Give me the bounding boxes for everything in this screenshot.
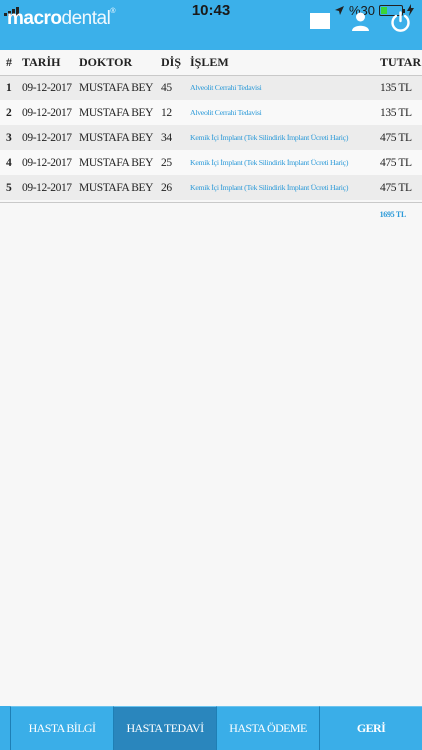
table-row[interactable]: 5 09-12-2017 MUSTAFA BEY 26 Kemik İçi İm…	[0, 175, 422, 200]
macrodental-logo: macrodental®	[7, 8, 115, 30]
cell-tooth: 34	[161, 125, 190, 150]
power-icon[interactable]	[390, 11, 411, 32]
cell-number: 2	[0, 100, 22, 125]
header-tooth: DİŞ	[161, 51, 190, 76]
cell-amount: 475 TL	[380, 150, 422, 175]
cell-date: 09-12-2017	[22, 125, 79, 150]
cell-date: 09-12-2017	[22, 75, 79, 100]
cell-tooth: 12	[161, 100, 190, 125]
cell-doctor: MUSTAFA BEY	[79, 100, 161, 125]
location-arrow-icon	[334, 5, 344, 15]
cell-date: 09-12-2017	[22, 175, 79, 200]
tab-patient-payment[interactable]: HASTA ÖDEME	[217, 706, 320, 750]
cell-amount: 475 TL	[380, 175, 422, 200]
cell-number: 4	[0, 150, 22, 175]
header-amount: TUTAR	[380, 51, 422, 76]
cell-procedure: Kemik İçi İmplant (Tek Silindirik İmplan…	[190, 175, 380, 200]
cell-tooth: 25	[161, 150, 190, 175]
logo-text-bold: macro	[7, 8, 62, 29]
logo-registered-mark: ®	[110, 8, 115, 15]
cell-tooth: 45	[161, 75, 190, 100]
app-header: 10:43 %30 macrodental®	[0, 0, 422, 50]
total-amount: 1695 TL	[379, 210, 407, 219]
cell-number: 1	[0, 75, 22, 100]
cell-doctor: MUSTAFA BEY	[79, 150, 161, 175]
cell-doctor: MUSTAFA BEY	[79, 125, 161, 150]
header-doctor: DOKTOR	[79, 51, 161, 76]
folder-icon[interactable]	[310, 13, 330, 29]
cell-amount: 135 TL	[380, 75, 422, 100]
cell-doctor: MUSTAFA BEY	[79, 175, 161, 200]
cell-procedure: Alveolit Cerrahi Tedavisi	[190, 100, 380, 125]
table-row[interactable]: 3 09-12-2017 MUSTAFA BEY 34 Kemik İçi İm…	[0, 125, 422, 150]
cell-tooth: 26	[161, 175, 190, 200]
table-row[interactable]: 2 09-12-2017 MUSTAFA BEY 12 Alveolit Cer…	[0, 100, 422, 125]
header-date: TARİH	[22, 51, 79, 76]
cell-doctor: MUSTAFA BEY	[79, 75, 161, 100]
header-number: #	[0, 51, 22, 76]
table-row[interactable]: 1 09-12-2017 MUSTAFA BEY 45 Alveolit Cer…	[0, 75, 422, 100]
back-button[interactable]: GERİ	[320, 706, 422, 750]
cell-procedure: Kemik İçi İmplant (Tek Silindirik İmplan…	[190, 125, 380, 150]
cell-procedure: Alveolit Cerrahi Tedavisi	[190, 75, 380, 100]
cell-date: 09-12-2017	[22, 100, 79, 125]
table-divider	[0, 202, 422, 203]
cell-date: 09-12-2017	[22, 150, 79, 175]
cell-procedure: Kemik İçi İmplant (Tek Silindirik İmplan…	[190, 150, 380, 175]
table-row[interactable]: 4 09-12-2017 MUSTAFA BEY 25 Kemik İçi İm…	[0, 150, 422, 175]
bottom-tab-bar: HASTA BİLGİ HASTA TEDAVİ HASTA ÖDEME GER…	[0, 706, 422, 750]
cell-number: 3	[0, 125, 22, 150]
user-icon[interactable]	[352, 12, 369, 31]
cell-number: 5	[0, 175, 22, 200]
treatment-table: # TARİH DOKTOR DİŞ İŞLEM TUTAR 1 09-12-2…	[0, 51, 422, 200]
logo-text-light: dental	[61, 8, 111, 29]
table-header-row: # TARİH DOKTOR DİŞ İŞLEM TUTAR	[0, 51, 422, 76]
tab-patient-treatment[interactable]: HASTA TEDAVİ	[114, 706, 217, 750]
tab-patient-info[interactable]: HASTA BİLGİ	[10, 706, 114, 750]
cell-amount: 475 TL	[380, 125, 422, 150]
cell-amount: 135 TL	[380, 100, 422, 125]
header-procedure: İŞLEM	[190, 51, 380, 76]
